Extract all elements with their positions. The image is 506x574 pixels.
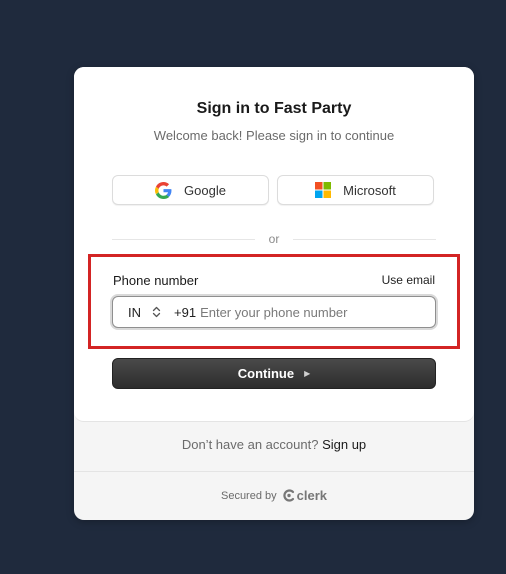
footer-divider	[74, 471, 474, 472]
divider-line-left	[112, 238, 255, 240]
divider-text: or	[268, 232, 280, 246]
sign-in-card: Sign in to Fast Party Welcome back! Plea…	[74, 67, 474, 520]
continue-button-label: Continue	[237, 366, 295, 381]
clerk-logo-icon	[283, 489, 294, 502]
divider-line-right	[293, 238, 437, 240]
clerk-logo-text: clerk	[296, 488, 328, 503]
google-icon	[155, 181, 172, 199]
phone-number-label: Phone number	[113, 273, 199, 288]
sign-up-prompt-text: Don’t have an account?	[181, 437, 319, 452]
continue-button[interactable]: Continue ▶	[112, 358, 436, 389]
phone-number-field: IN +91	[112, 296, 436, 328]
microsoft-icon	[315, 182, 332, 198]
phone-number-input[interactable]	[200, 304, 401, 320]
sign-up-link[interactable]: Sign up	[322, 437, 366, 452]
sign-in-form-panel: Sign in to Fast Party Welcome back! Plea…	[74, 67, 474, 422]
google-button-label: Google	[184, 182, 226, 198]
dial-code: +91	[174, 304, 197, 320]
page-subtitle: Welcome back! Please sign in to continue	[153, 128, 395, 143]
country-code: IN	[128, 304, 141, 320]
or-divider: or	[112, 231, 437, 247]
clerk-logo[interactable]: clerk	[283, 488, 327, 503]
google-sign-in-button[interactable]: Google	[112, 175, 269, 205]
chevron-up-down-icon	[152, 306, 161, 318]
microsoft-button-label: Microsoft	[343, 182, 396, 198]
secured-by-text: Secured by	[220, 489, 277, 502]
play-arrow-icon: ▶	[304, 369, 311, 378]
microsoft-sign-in-button[interactable]: Microsoft	[277, 175, 434, 205]
country-code-selector[interactable]: IN	[113, 305, 173, 320]
page-title: Sign in to Fast Party	[196, 100, 352, 117]
sign-up-prompt: Don’t have an account? Sign up	[74, 437, 474, 452]
use-email-link[interactable]: Use email	[382, 273, 435, 287]
secured-by-footer: Secured by clerk	[74, 488, 474, 503]
